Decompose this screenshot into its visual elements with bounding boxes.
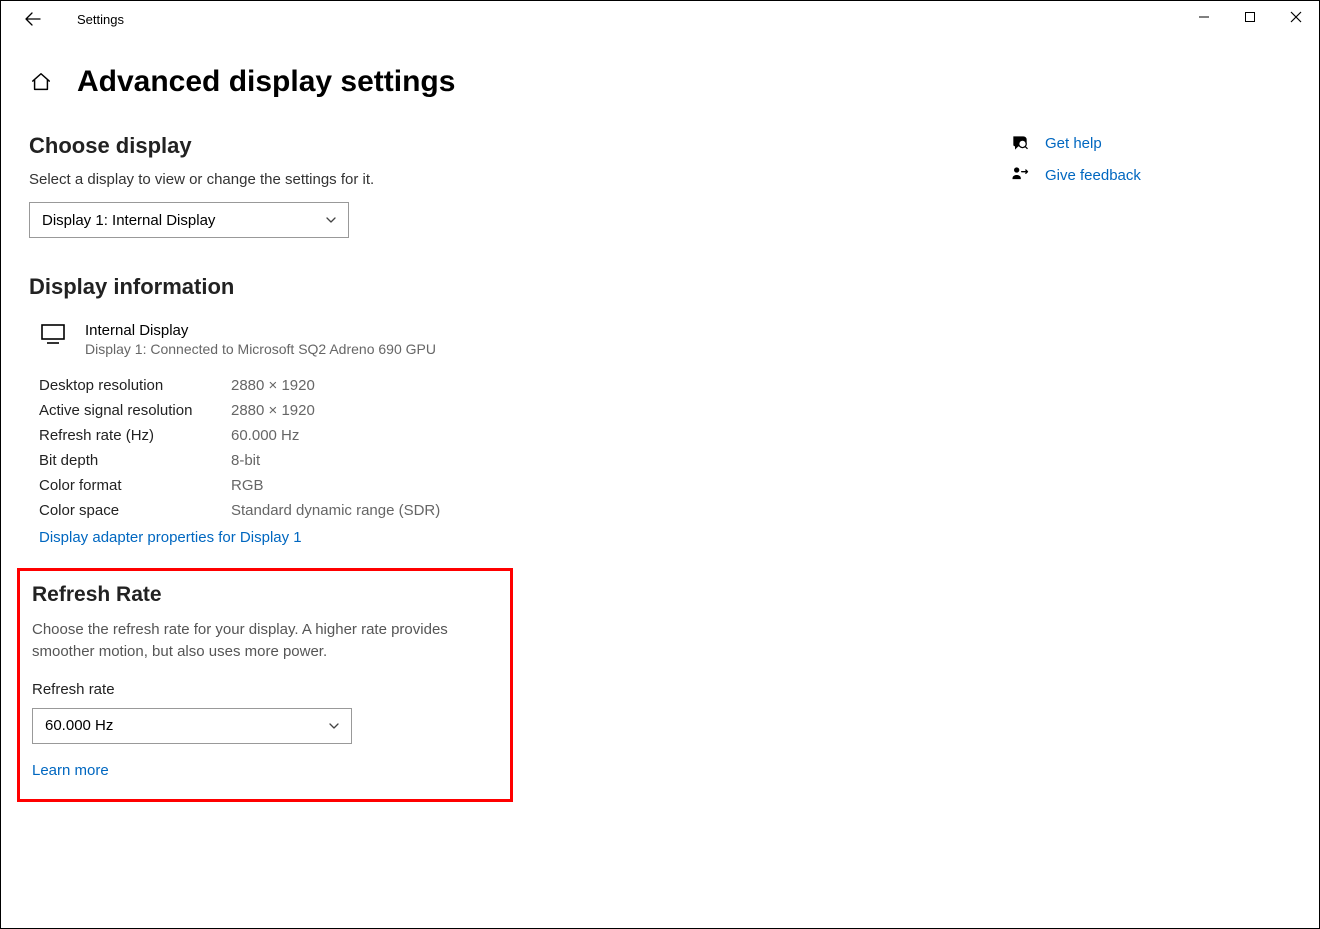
side-links: Get help Give feedback <box>1009 133 1141 802</box>
app-title: Settings <box>77 12 124 27</box>
feedback-icon <box>1009 165 1031 185</box>
refresh-rate-section-highlight: Refresh Rate Choose the refresh rate for… <box>17 568 513 802</box>
give-feedback-label: Give feedback <box>1045 167 1141 184</box>
display-identity: Internal Display Display 1: Connected to… <box>29 322 669 357</box>
info-value: 2880 × 1920 <box>231 402 315 419</box>
page-title: Advanced display settings <box>77 65 455 99</box>
minimize-button[interactable] <box>1181 1 1227 33</box>
table-row: Desktop resolution 2880 × 1920 <box>39 373 669 398</box>
display-connection: Display 1: Connected to Microsoft SQ2 Ad… <box>85 341 436 357</box>
choose-display-heading: Choose display <box>29 133 669 159</box>
display-name: Internal Display <box>85 322 436 339</box>
maximize-button[interactable] <box>1227 1 1273 33</box>
get-help-label: Get help <box>1045 135 1102 152</box>
maximize-icon <box>1244 11 1256 23</box>
info-value: RGB <box>231 477 264 494</box>
info-label: Color format <box>39 477 231 494</box>
back-button[interactable] <box>19 5 47 33</box>
display-select-value: Display 1: Internal Display <box>42 212 215 229</box>
help-icon <box>1009 133 1031 153</box>
refresh-rate-heading: Refresh Rate <box>32 583 498 607</box>
info-label: Desktop resolution <box>39 377 231 394</box>
get-help-link[interactable]: Get help <box>1009 133 1141 153</box>
monitor-icon <box>41 324 65 348</box>
refresh-rate-desc: Choose the refresh rate for your display… <box>32 619 492 663</box>
table-row: Refresh rate (Hz) 60.000 Hz <box>39 423 669 448</box>
give-feedback-link[interactable]: Give feedback <box>1009 165 1141 185</box>
back-arrow-icon <box>25 11 41 27</box>
info-value: 2880 × 1920 <box>231 377 315 394</box>
display-adapter-link[interactable]: Display adapter properties for Display 1 <box>39 529 302 546</box>
refresh-rate-label: Refresh rate <box>32 681 498 698</box>
minimize-icon <box>1198 11 1210 23</box>
info-value: 60.000 Hz <box>231 427 299 444</box>
info-value: 8-bit <box>231 452 260 469</box>
refresh-rate-value: 60.000 Hz <box>45 717 113 734</box>
display-info-table: Desktop resolution 2880 × 1920 Active si… <box>39 373 669 523</box>
chevron-down-icon <box>324 213 338 227</box>
table-row: Color space Standard dynamic range (SDR) <box>39 498 669 523</box>
info-label: Active signal resolution <box>39 402 231 419</box>
info-label: Color space <box>39 502 231 519</box>
table-row: Active signal resolution 2880 × 1920 <box>39 398 669 423</box>
info-value: Standard dynamic range (SDR) <box>231 502 440 519</box>
chevron-down-icon <box>327 719 341 733</box>
close-icon <box>1290 11 1302 23</box>
display-info-heading: Display information <box>29 274 669 300</box>
table-row: Bit depth 8-bit <box>39 448 669 473</box>
refresh-rate-dropdown[interactable]: 60.000 Hz <box>32 708 352 744</box>
titlebar: Settings <box>1 1 1319 37</box>
table-row: Color format RGB <box>39 473 669 498</box>
home-icon <box>30 71 52 93</box>
info-label: Bit depth <box>39 452 231 469</box>
window-controls <box>1181 1 1319 33</box>
choose-display-desc: Select a display to view or change the s… <box>29 171 669 188</box>
learn-more-link[interactable]: Learn more <box>32 762 109 779</box>
info-label: Refresh rate (Hz) <box>39 427 231 444</box>
close-button[interactable] <box>1273 1 1319 33</box>
page-header: Advanced display settings <box>1 65 1319 99</box>
display-select-dropdown[interactable]: Display 1: Internal Display <box>29 202 349 238</box>
home-button[interactable] <box>29 70 53 94</box>
